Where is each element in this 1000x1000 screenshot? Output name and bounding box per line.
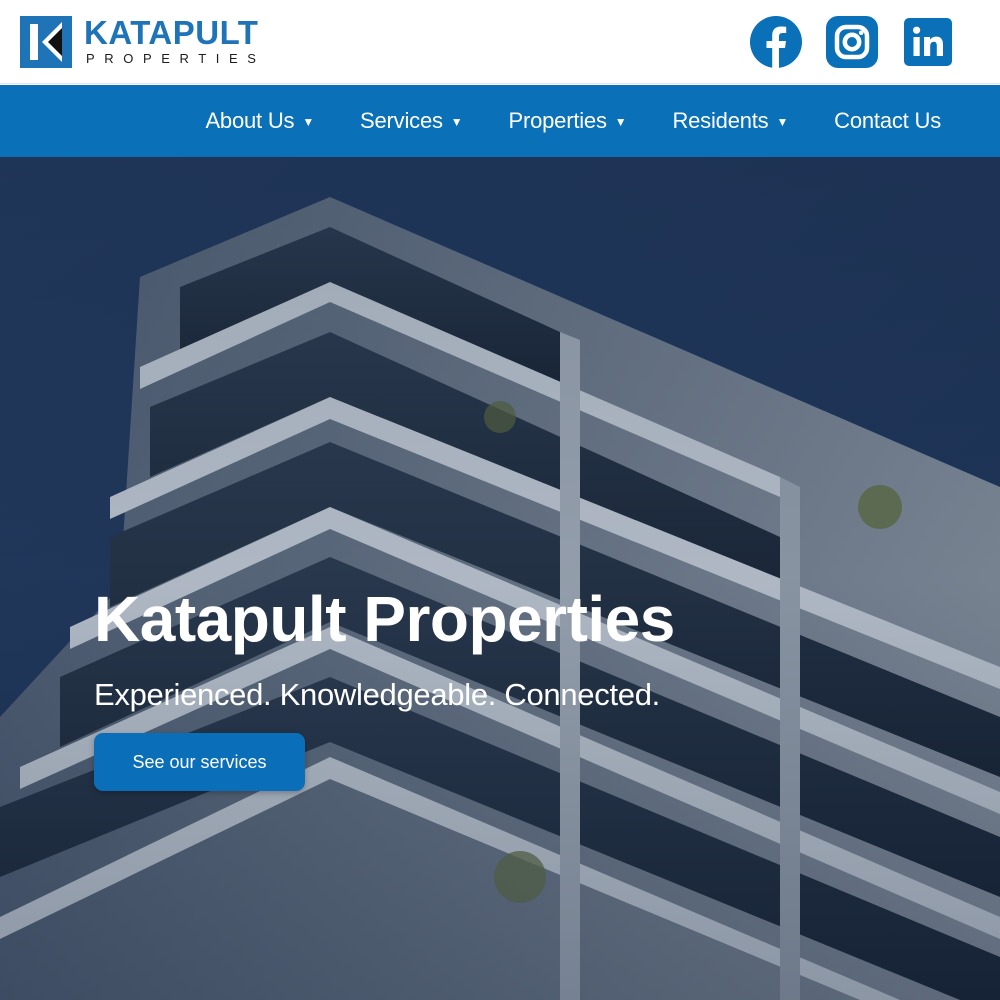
caret-down-icon: ▼ (302, 115, 315, 129)
nav-item-label: Contact Us (834, 108, 941, 133)
caret-down-icon: ▼ (450, 115, 463, 129)
linkedin-icon[interactable] (902, 16, 954, 68)
nav-item-label: Services (360, 108, 443, 133)
nav-item-residents[interactable]: Residents ▼ (672, 108, 788, 134)
social-links (750, 16, 954, 68)
nav-item-label: Residents (672, 108, 769, 133)
nav-item-services[interactable]: Services ▼ (360, 108, 463, 134)
hero-overlay (0, 157, 1000, 1000)
logo-text: KATAPULT PROPERTIES (84, 16, 266, 66)
logo-mark-icon (20, 16, 72, 68)
caret-down-icon: ▼ (614, 115, 627, 129)
nav-item-contact-us[interactable]: Contact Us (834, 108, 941, 134)
instagram-icon[interactable] (826, 16, 878, 68)
main-nav: About Us ▼ Services ▼ Properties ▼ Resid… (0, 85, 1000, 157)
hero-section: Katapult Properties Experienced. Knowled… (0, 157, 1000, 1000)
site-header: KATAPULT PROPERTIES (0, 0, 1000, 84)
logo-wordmark: KATAPULT (84, 14, 259, 51)
hero-tagline: Experienced. Knowledgeable. Connected. (94, 677, 660, 712)
nav-item-label: About Us (205, 108, 295, 133)
hero-title: Katapult Properties (94, 583, 675, 655)
logo-subtitle: PROPERTIES (86, 51, 266, 66)
nav-item-properties[interactable]: Properties ▼ (508, 108, 626, 134)
see-our-services-button[interactable]: See our services (94, 733, 305, 791)
nav-item-about-us[interactable]: About Us ▼ (205, 108, 314, 134)
caret-down-icon: ▼ (776, 115, 789, 129)
nav-item-label: Properties (508, 108, 607, 133)
nav-list: About Us ▼ Services ▼ Properties ▼ Resid… (205, 85, 1000, 157)
facebook-icon[interactable] (750, 16, 802, 68)
site-logo[interactable]: KATAPULT PROPERTIES (20, 16, 266, 68)
